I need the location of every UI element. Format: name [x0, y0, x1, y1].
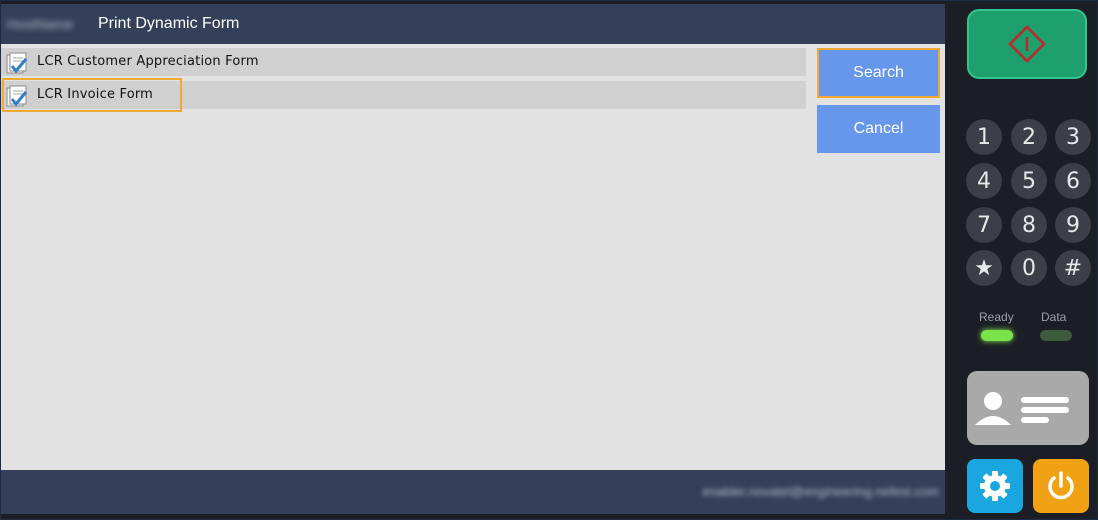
keypad-key-9[interactable]: 9	[1055, 207, 1091, 243]
keypad-key-hash[interactable]: #	[1055, 250, 1091, 286]
settings-button[interactable]	[967, 459, 1023, 513]
keypad-key-2[interactable]: 2	[1011, 119, 1047, 155]
list-item-invoice[interactable]: LCR Invoice Form	[1, 78, 806, 112]
keypad-key-6[interactable]: 6	[1055, 163, 1091, 199]
keypad-key-0[interactable]: 0	[1011, 250, 1047, 286]
list-item-label: LCR Customer Appreciation Form	[37, 54, 259, 69]
status-footer: enabler.novatel@engineering.nefest.com	[1, 470, 945, 514]
data-label: Data	[1041, 310, 1067, 324]
power-icon	[1048, 471, 1074, 500]
keypad-key-8[interactable]: 8	[1011, 207, 1047, 243]
cancel-button[interactable]: Cancel	[817, 105, 940, 153]
keypad-key-7[interactable]: 7	[966, 207, 1002, 243]
user-card-icon	[975, 392, 1069, 425]
keypad-key-3[interactable]: 3	[1055, 119, 1091, 155]
keypad-key-star[interactable]: ★	[966, 250, 1002, 286]
list-item-customer-appreciation[interactable]: LCR Customer Appreciation Form	[1, 48, 806, 76]
title-bar: HostName Print Dynamic Form	[1, 4, 945, 44]
screen-panel: HostName Print Dynamic Form LCR Customer…	[1, 4, 945, 514]
search-button[interactable]: Search	[817, 48, 940, 98]
start-icon	[1008, 25, 1046, 63]
form-list: LCR Customer Appreciation Form LCR Invoi…	[1, 48, 806, 114]
keypad-key-5[interactable]: 5	[1011, 163, 1047, 199]
keypad-key-1[interactable]: 1	[966, 119, 1002, 155]
host-name: HostName	[7, 16, 74, 32]
form-check-icon	[6, 85, 28, 107]
ready-led	[981, 330, 1013, 341]
start-button[interactable]	[967, 9, 1087, 79]
list-item-label: LCR Invoice Form	[37, 87, 154, 102]
power-button[interactable]	[1033, 459, 1089, 513]
keypad-key-4[interactable]: 4	[966, 163, 1002, 199]
id-card-button[interactable]	[967, 371, 1089, 445]
ready-label: Ready	[979, 310, 1014, 324]
gear-icon	[980, 471, 1010, 501]
form-check-icon	[6, 52, 28, 74]
data-led	[1040, 330, 1072, 341]
user-email: enabler.novatel@engineering.nefest.com	[702, 484, 939, 499]
page-title: Print Dynamic Form	[98, 15, 240, 32]
